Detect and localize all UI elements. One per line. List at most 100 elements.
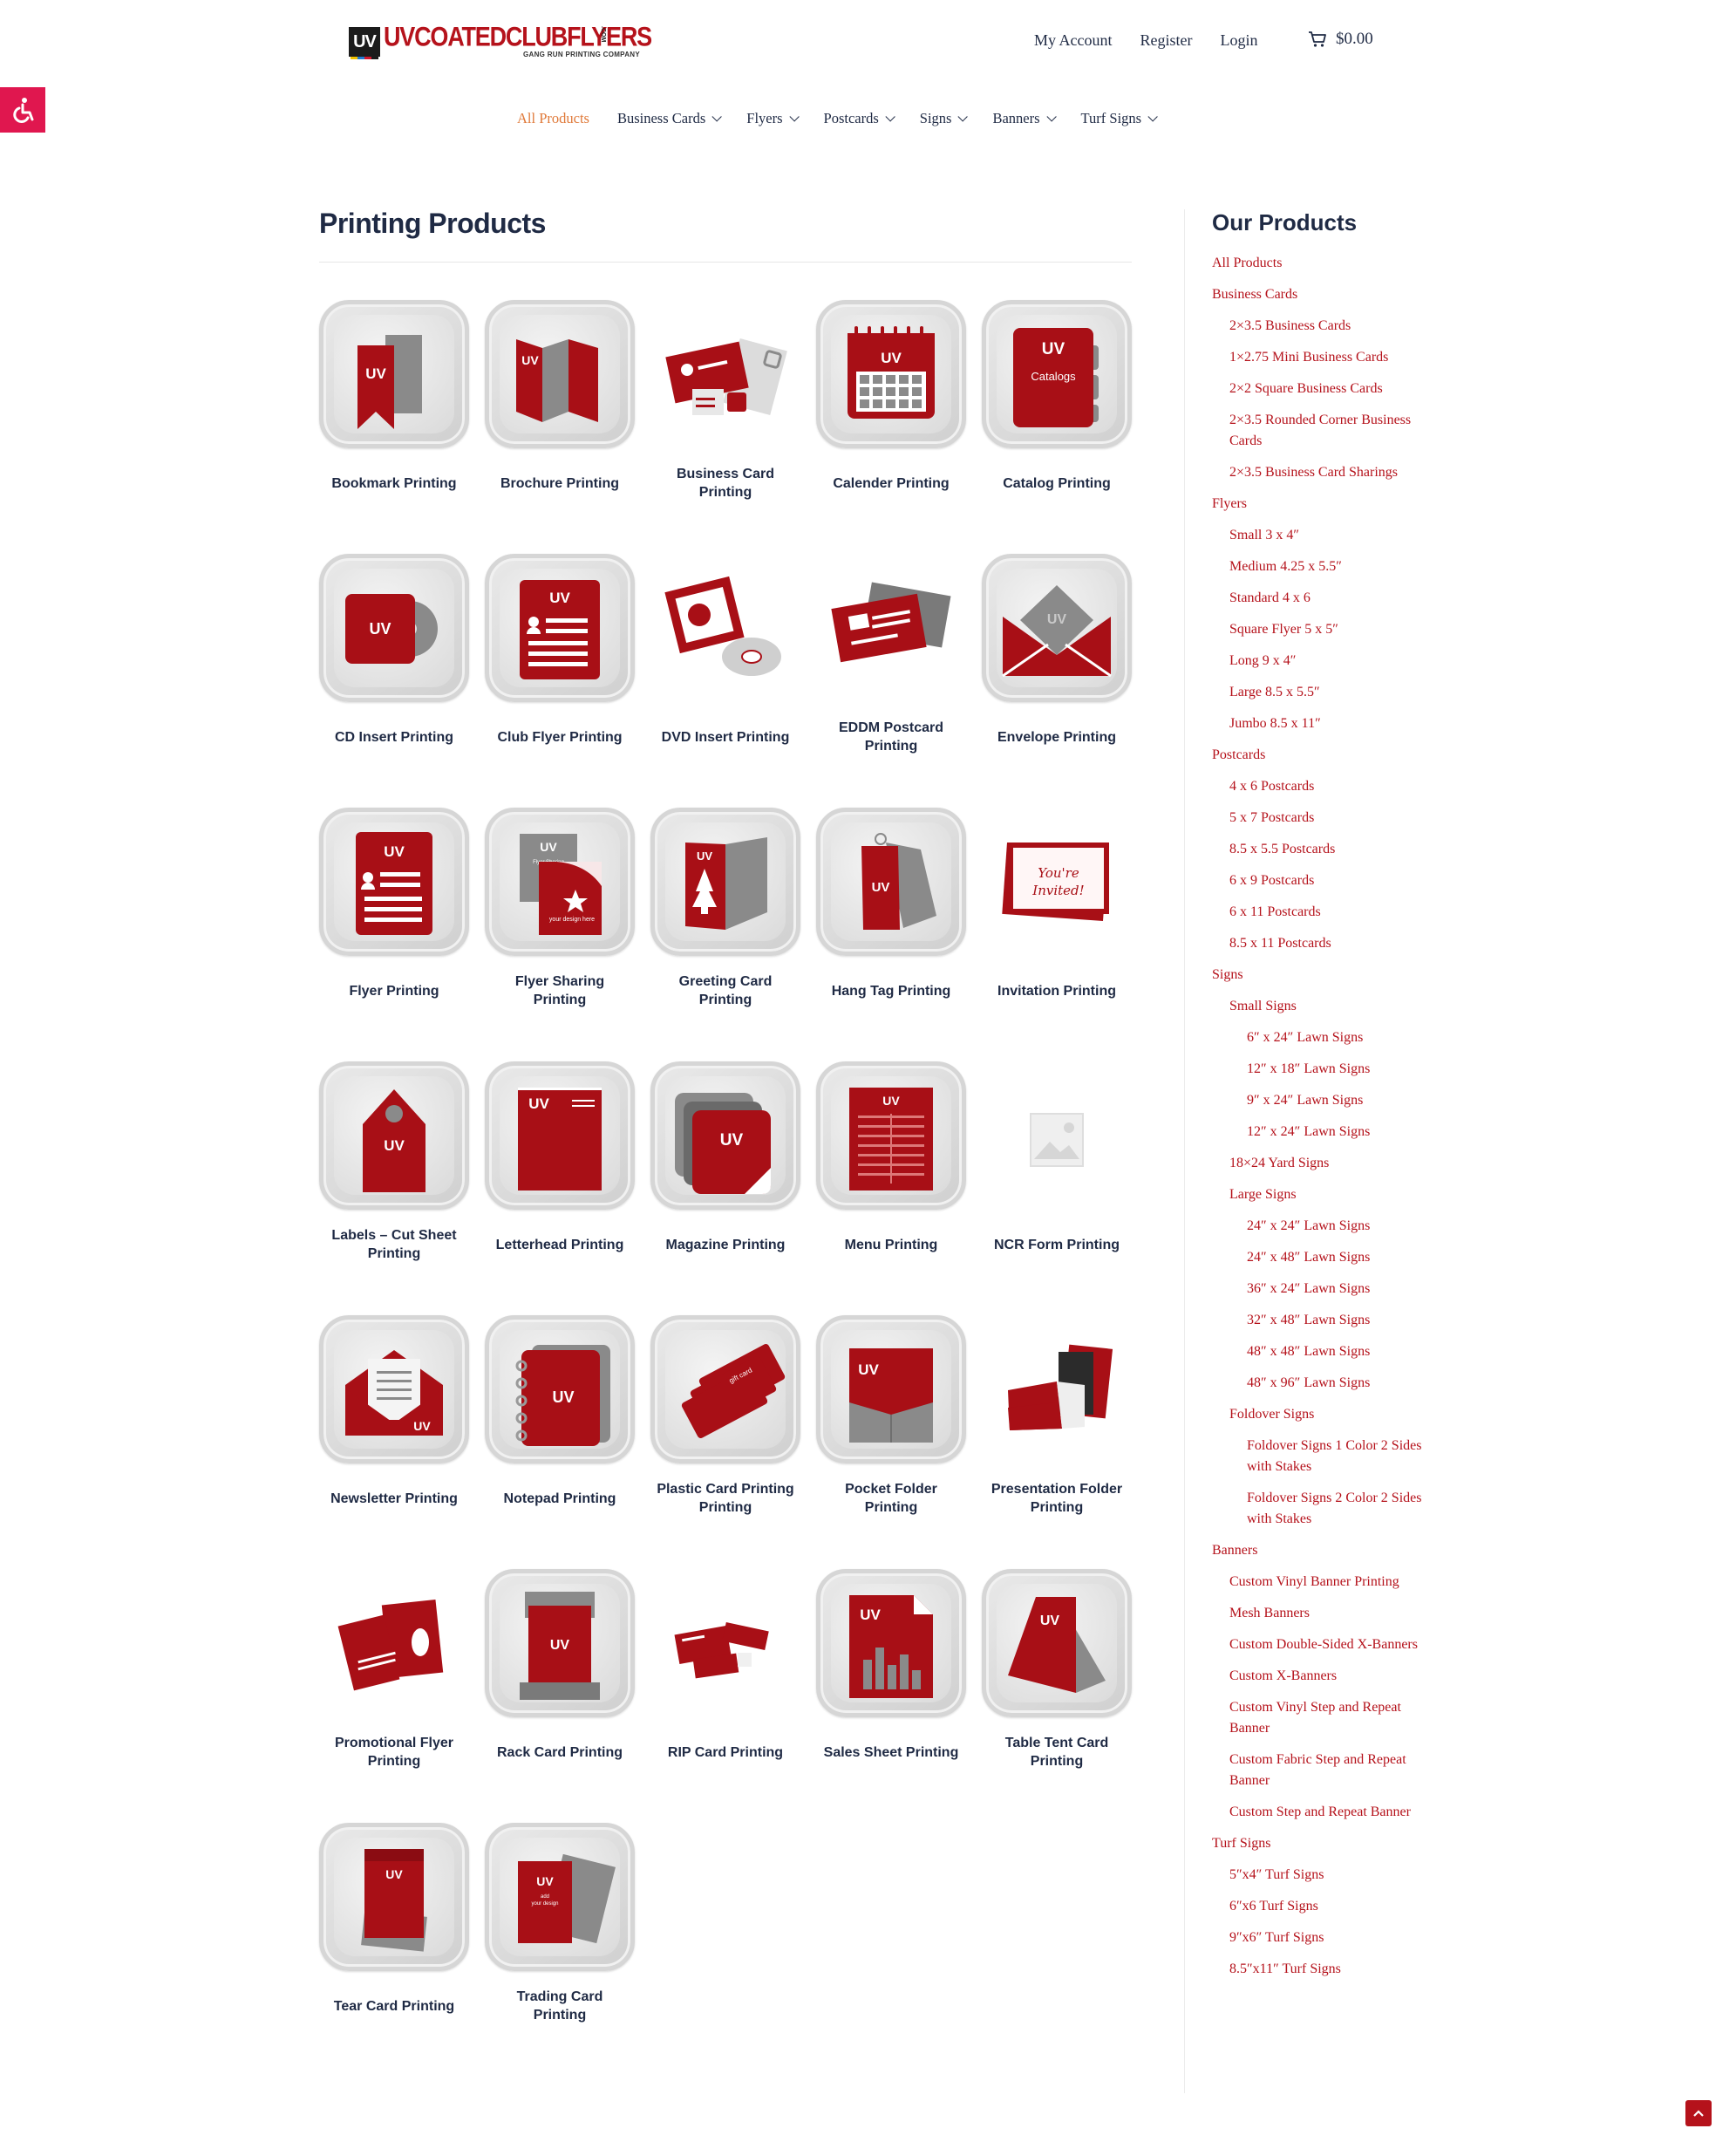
sidebar-link[interactable]: 2×2 Square Business Cards (1212, 379, 1430, 399)
product-image[interactable] (319, 1569, 469, 1717)
product-label[interactable]: Trading Card Printing (485, 1985, 635, 2027)
product-label[interactable]: Tear Card Printing (319, 1985, 469, 2027)
product-card[interactable]: NCR Form Printing (982, 1061, 1132, 1266)
product-card[interactable]: UV Brochure Printing (485, 300, 635, 504)
sidebar-link[interactable]: 12″ x 18″ Lawn Signs (1212, 1059, 1430, 1080)
nav-item-business-cards[interactable]: Business Cards (617, 110, 723, 127)
product-card[interactable]: UV Hang Tag Printing (816, 808, 966, 1012)
product-card[interactable]: UV Newsletter Printing (319, 1315, 469, 1519)
sidebar-link[interactable]: 48″ x 48″ Lawn Signs (1212, 1341, 1430, 1362)
product-image[interactable]: UVFlyer Sharingyour design here (485, 808, 635, 956)
sidebar-link[interactable]: 24″ x 24″ Lawn Signs (1212, 1216, 1430, 1237)
site-logo[interactable]: UV UVCOATEDCLUBFLYERS GANG RUN PRINTING … (349, 23, 652, 59)
product-image[interactable] (982, 1315, 1132, 1463)
nav-item-postcards[interactable]: Postcards (824, 110, 895, 127)
sidebar-link[interactable]: Business Cards (1212, 284, 1430, 305)
product-card[interactable]: UV Pocket Folder Printing (816, 1315, 966, 1519)
product-label[interactable]: Bookmark Printing (319, 462, 469, 504)
product-card[interactable]: UV Bookmark Printing (319, 300, 469, 504)
product-image[interactable]: UV (319, 1315, 469, 1463)
product-image[interactable] (650, 300, 800, 448)
sidebar-link[interactable]: Standard 4 x 6 (1212, 588, 1430, 609)
sidebar-link[interactable]: Small Signs (1212, 996, 1430, 1017)
product-label[interactable]: Promotional Flyer Printing (319, 1731, 469, 1773)
sidebar-link[interactable]: Signs (1212, 965, 1430, 986)
scroll-to-top-button[interactable] (1685, 2100, 1712, 2126)
product-image[interactable]: UV (816, 1569, 966, 1717)
product-image[interactable] (650, 1569, 800, 1717)
sidebar-link[interactable]: 6″ x 24″ Lawn Signs (1212, 1027, 1430, 1048)
sidebar-link[interactable]: Small 3 x 4″ (1212, 525, 1430, 546)
sidebar-link[interactable]: 24″ x 48″ Lawn Signs (1212, 1247, 1430, 1268)
product-label[interactable]: Table Tent Card Printing (982, 1731, 1132, 1773)
product-label[interactable]: Catalog Printing (982, 462, 1132, 504)
sidebar-link[interactable]: Jumbo 8.5 x 11″ (1212, 713, 1430, 734)
product-image[interactable]: UV add your design (485, 1823, 635, 1971)
product-image[interactable]: UV (816, 1061, 966, 1210)
product-card[interactable]: Business Card Printing (650, 300, 800, 504)
sidebar-link[interactable]: 8.5″x11″ Turf Signs (1212, 1959, 1430, 1980)
product-card[interactable]: UV CD Insert Printing (319, 554, 469, 758)
register-link[interactable]: Register (1140, 31, 1193, 50)
product-card[interactable]: EDDM Postcard Printing (816, 554, 966, 758)
sidebar-link[interactable]: 5″x4″ Turf Signs (1212, 1865, 1430, 1886)
product-card[interactable]: Promotional Flyer Printing (319, 1569, 469, 1773)
accessibility-button[interactable] (0, 87, 45, 133)
product-image[interactable]: UV (485, 1569, 635, 1717)
product-label[interactable]: Newsletter Printing (319, 1477, 469, 1519)
product-label[interactable]: Invitation Printing (982, 970, 1132, 1012)
sidebar-link[interactable]: Medium 4.25 x 5.5″ (1212, 556, 1430, 577)
sidebar-link[interactable]: Mesh Banners (1212, 1603, 1430, 1624)
product-card[interactable]: UV add your design Trading Card Printing (485, 1823, 635, 2027)
product-label[interactable]: Brochure Printing (485, 462, 635, 504)
sidebar-link[interactable]: 2×3.5 Business Card Sharings (1212, 462, 1430, 483)
sidebar-link[interactable]: 32″ x 48″ Lawn Signs (1212, 1310, 1430, 1331)
sidebar-link[interactable]: 4 x 6 Postcards (1212, 776, 1430, 797)
product-label[interactable]: Club Flyer Printing (485, 716, 635, 758)
product-card[interactable]: You're Invited! Invitation Printing (982, 808, 1132, 1012)
login-link[interactable]: Login (1221, 31, 1258, 50)
sidebar-link[interactable]: Postcards (1212, 745, 1430, 766)
product-card[interactable]: UV Catalogs Catalog Printing (982, 300, 1132, 504)
sidebar-link[interactable]: Large Signs (1212, 1184, 1430, 1205)
product-card[interactable]: UV Menu Printing (816, 1061, 966, 1266)
product-label[interactable]: RIP Card Printing (650, 1731, 800, 1773)
sidebar-link[interactable]: 48″ x 96″ Lawn Signs (1212, 1373, 1430, 1394)
product-image[interactable]: UV (319, 1823, 469, 1971)
product-image[interactable]: UV (816, 300, 966, 448)
product-card[interactable]: UV Table Tent Card Printing (982, 1569, 1132, 1773)
product-card[interactable]: UV Labels – Cut Sheet Printing (319, 1061, 469, 1266)
product-card[interactable]: UV Tear Card Printing (319, 1823, 469, 2027)
sidebar-link[interactable]: 2×3.5 Rounded Corner Business Cards (1212, 410, 1430, 452)
nav-item-all-products[interactable]: All Products (517, 110, 589, 127)
product-card[interactable]: UV Rack Card Printing (485, 1569, 635, 1773)
nav-item-signs[interactable]: Signs (920, 110, 969, 127)
product-card[interactable]: UV Flyer Printing (319, 808, 469, 1012)
product-card[interactable]: UV Club Flyer Printing (485, 554, 635, 758)
product-image[interactable] (982, 1061, 1132, 1210)
product-image[interactable]: UV (650, 808, 800, 956)
product-label[interactable]: Greeting Card Printing (650, 970, 800, 1012)
sidebar-link[interactable]: Banners (1212, 1540, 1430, 1561)
sidebar-link[interactable]: 9″x6″ Turf Signs (1212, 1927, 1430, 1948)
product-label[interactable]: Letterhead Printing (485, 1224, 635, 1266)
product-card[interactable]: UVFlyer Sharingyour design here Flyer Sha… (485, 808, 635, 1012)
sidebar-link[interactable]: 5 x 7 Postcards (1212, 808, 1430, 829)
product-image[interactable]: UV (982, 1569, 1132, 1717)
product-image[interactable]: UV (319, 300, 469, 448)
product-label[interactable]: DVD Insert Printing (650, 716, 800, 758)
product-label[interactable]: Menu Printing (816, 1224, 966, 1266)
sidebar-link[interactable]: Custom X-Banners (1212, 1666, 1430, 1687)
cart-button[interactable]: $0.00 (1308, 30, 1373, 49)
my-account-link[interactable]: My Account (1034, 31, 1113, 50)
sidebar-link[interactable]: 9″ x 24″ Lawn Signs (1212, 1090, 1430, 1111)
product-image[interactable]: UV (319, 1061, 469, 1210)
product-label[interactable]: Flyer Sharing Printing (485, 970, 635, 1012)
sidebar-link[interactable]: 36″ x 24″ Lawn Signs (1212, 1279, 1430, 1300)
sidebar-link[interactable]: Custom Step and Repeat Banner (1212, 1802, 1430, 1823)
product-card[interactable]: RIP Card Printing (650, 1569, 800, 1773)
sidebar-link[interactable]: 8.5 x 11 Postcards (1212, 933, 1430, 954)
sidebar-link[interactable]: Foldover Signs 2 Color 2 Sides with Stak… (1212, 1488, 1430, 1530)
nav-item-banners[interactable]: Banners (992, 110, 1057, 127)
nav-item-flyers[interactable]: Flyers (746, 110, 800, 127)
